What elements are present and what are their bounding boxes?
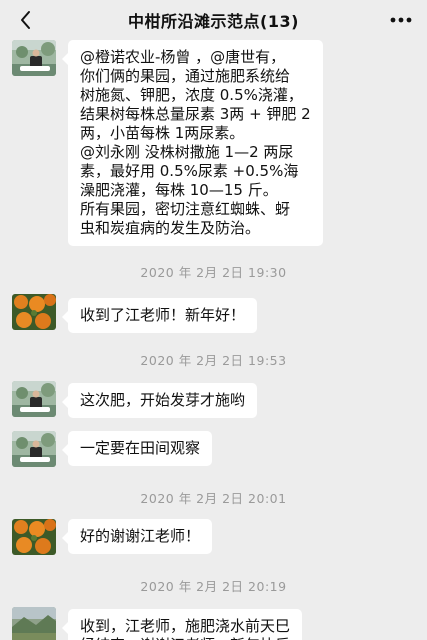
timestamp: 2020 年 2月 2日 19:53 [140,353,287,368]
message-bubble: 这次肥，开始发芽才施哟 [61,383,258,418]
expert-avatar[interactable] [12,381,56,417]
orange-avatar[interactable] [12,519,56,555]
message-bubble: @橙诺农业-杨曾 ，@唐世有， 你们俩的果园，通过施肥系统给 树施氮、钾肥，浓度… [62,40,323,246]
landscape-avatar[interactable] [12,607,56,640]
chevron-left-icon [21,11,30,29]
chat-header: 中柑所沿滩示范点(13) [0,0,427,40]
more-dots-icon [390,17,412,23]
back-button[interactable] [14,8,38,32]
timestamp: 2020 年 2月 2日 20:01 [140,491,287,506]
chat-title: 中柑所沿滩示范点(13) [128,12,299,31]
timestamp: 2020 年 2月 2日 19:30 [140,265,287,280]
expert-avatar[interactable] [12,40,56,76]
message-bubble: 一定要在田间观察 [61,431,213,466]
expert-avatar[interactable] [12,431,56,467]
more-button[interactable] [387,8,415,32]
message-bubble: 收到，江老师，施肥浇水前天巳 经结束，谢谢江老师，新年快乐 [61,609,303,640]
timestamp: 2020 年 2月 2日 20:19 [140,579,287,594]
message-bubble: 好的谢谢江老师！ [61,519,213,554]
message-bubble: 收到了江老师！新年好！ [61,298,258,333]
orange-avatar[interactable] [12,294,56,330]
